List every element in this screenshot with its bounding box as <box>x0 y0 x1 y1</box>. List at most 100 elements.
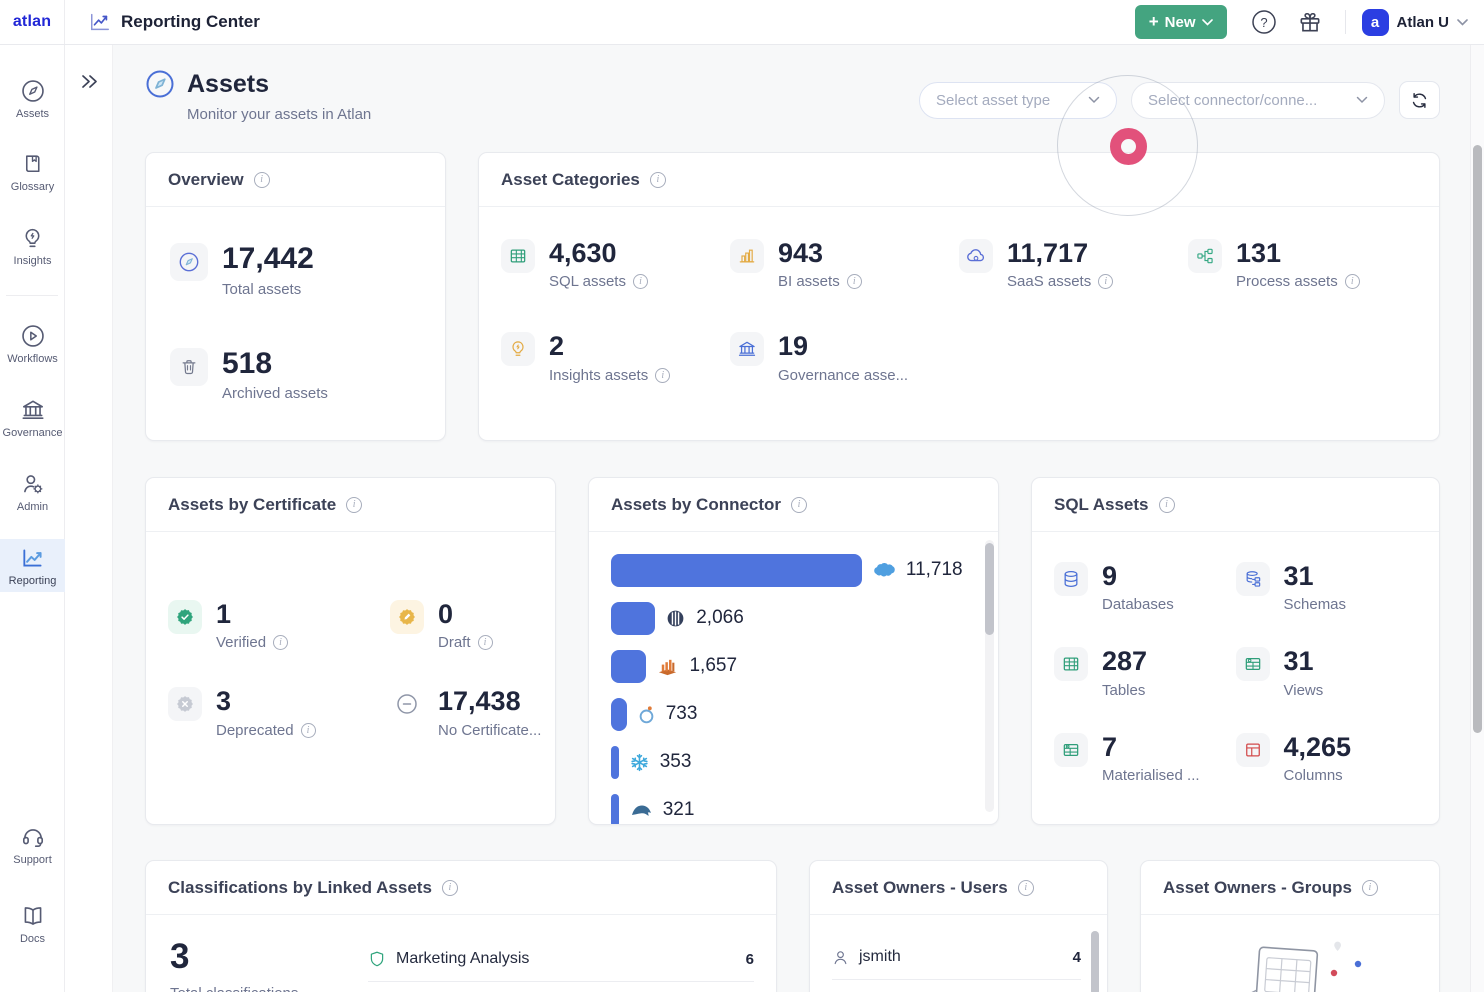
draft-badge-icon <box>390 600 424 634</box>
sidebar-item-docs[interactable]: Docs <box>0 897 65 950</box>
connector-scrollbar-thumb[interactable] <box>985 543 994 635</box>
classification-row[interactable]: Marketing Analysis 6 <box>368 937 754 982</box>
info-icon[interactable]: i <box>1362 880 1378 896</box>
connector-bar[interactable] <box>611 746 619 779</box>
sidebar-label: Governance <box>3 427 63 439</box>
stat-label: Schemas <box>1284 596 1347 613</box>
sidebar-label: Admin <box>17 501 48 513</box>
question-icon: ? <box>1251 9 1277 35</box>
stat-value: 287 <box>1102 647 1147 675</box>
sidebar-label: Support <box>13 854 52 866</box>
stat-label: SQL assets <box>549 273 626 290</box>
sidebar-item-reporting[interactable]: Reporting <box>0 539 65 592</box>
stat-value: 11,717 <box>1007 239 1113 267</box>
no-certificate-icon <box>390 687 424 721</box>
draft-stat: 0 Drafti <box>390 600 541 651</box>
connector-row-salesforce: 11,718 <box>611 546 980 594</box>
info-icon[interactable]: i <box>650 172 666 188</box>
connector-value: 353 <box>660 751 692 773</box>
connector-select[interactable]: Select connector/conne... <box>1131 82 1385 119</box>
sidebar-item-governance[interactable]: Governance <box>0 391 65 444</box>
card-title: Classifications by Linked Assets <box>168 878 432 898</box>
topbar-divider <box>1345 10 1346 34</box>
column-icon <box>1236 733 1270 767</box>
assets-title: Assets <box>187 70 269 99</box>
whats-new-button[interactable] <box>1295 7 1325 37</box>
stat-value: 17,438 <box>438 687 541 715</box>
info-icon[interactable]: i <box>442 880 458 896</box>
info-icon[interactable]: i <box>655 368 670 383</box>
refresh-icon <box>1410 91 1429 110</box>
connector-bar[interactable] <box>611 794 619 826</box>
connector-bar[interactable] <box>611 698 627 731</box>
play-circle-icon <box>20 323 46 349</box>
connector-bar[interactable] <box>611 650 646 683</box>
cards-row-3: Classifications by Linked Assets i 3 Tot… <box>145 860 1440 992</box>
info-icon[interactable]: i <box>1159 497 1175 513</box>
stat-label: BI assets <box>778 273 840 290</box>
refresh-button[interactable] <box>1399 81 1440 119</box>
cloud-gear-icon <box>959 239 993 273</box>
sidebar-item-insights[interactable]: Insights <box>0 220 65 273</box>
info-icon[interactable]: i <box>254 172 270 188</box>
expand-sidebar-button[interactable] <box>80 73 99 90</box>
deprecated-badge-icon <box>168 687 202 721</box>
insights-assets-stat: 2 Insights assetsi <box>501 332 730 383</box>
filters: Select asset type Select connector/conne… <box>919 81 1440 119</box>
page-scrollbar-thumb[interactable] <box>1473 145 1482 733</box>
card-title: Overview <box>168 170 244 190</box>
sidebar-divider <box>6 295 58 296</box>
bank-icon <box>20 397 46 423</box>
info-icon[interactable]: i <box>1018 880 1034 896</box>
sidebar-item-glossary[interactable]: Glossary <box>0 146 65 199</box>
card-title: Asset Owners - Users <box>832 878 1008 898</box>
card-title: Assets by Certificate <box>168 495 336 515</box>
sidebar-label: Assets <box>16 108 49 120</box>
info-icon[interactable]: i <box>633 274 648 289</box>
classifications-card: Classifications by Linked Assets i 3 Tot… <box>145 860 777 992</box>
sidebar-label: Glossary <box>11 181 54 193</box>
help-button[interactable]: ? <box>1249 7 1279 37</box>
sidebar-label: Docs <box>20 933 45 945</box>
sidebar-item-support[interactable]: Support <box>0 818 65 871</box>
stat-label: Total assets <box>222 281 301 298</box>
info-icon[interactable]: i <box>478 635 493 650</box>
asset-categories-card: Asset Categories i 4 <box>478 152 1440 441</box>
sidebar-item-assets[interactable]: Assets <box>0 72 65 125</box>
info-icon[interactable]: i <box>1098 274 1113 289</box>
stat-value: 19 <box>778 332 908 360</box>
app-title-wrap: Reporting Center <box>89 11 260 33</box>
asset-type-select[interactable]: Select asset type <box>919 82 1117 119</box>
stat-label: Archived assets <box>222 385 328 402</box>
sidebar-item-admin[interactable]: Admin <box>0 465 65 518</box>
bar-chart-icon <box>730 239 764 273</box>
stat-value: 31 <box>1284 647 1324 675</box>
content: Assets Monitor your assets in Atlan Sele… <box>113 45 1470 992</box>
atlan-logo[interactable]: atlan <box>0 0 65 44</box>
users-scrollbar-thumb[interactable] <box>1091 931 1099 992</box>
connector-bar[interactable] <box>611 554 862 587</box>
info-icon[interactable]: i <box>1345 274 1360 289</box>
asset-type-placeholder: Select asset type <box>936 92 1078 109</box>
info-icon[interactable]: i <box>301 723 316 738</box>
info-icon[interactable]: i <box>847 274 862 289</box>
sidebar-footer: Support Docs <box>0 818 64 976</box>
bi-assets-stat: 943 BI assetsi <box>730 239 959 290</box>
new-button[interactable]: + New <box>1135 5 1227 39</box>
info-icon[interactable]: i <box>346 497 362 513</box>
info-icon[interactable]: i <box>273 635 288 650</box>
card-title: Asset Owners - Groups <box>1163 878 1352 898</box>
connector-bar[interactable] <box>611 602 655 635</box>
user-menu[interactable]: a Atlan U <box>1362 9 1469 36</box>
owner-user-row[interactable]: jsmith 4 <box>832 935 1081 980</box>
classification-count: 6 <box>746 951 754 968</box>
stat-label: Insights assets <box>549 367 648 384</box>
tables-stat: 287 Tables <box>1054 647 1236 698</box>
sidebar-item-workflows[interactable]: Workflows <box>0 317 65 370</box>
governance-assets-stat: 19 Governance asse... <box>730 332 959 383</box>
sidebar: Assets Glossary Insights Workflow <box>0 45 65 992</box>
stat-label: Draft <box>438 634 471 651</box>
info-icon[interactable]: i <box>791 497 807 513</box>
stat-value: 4,265 <box>1284 733 1352 761</box>
assets-by-certificate-card: Assets by Certificate i <box>145 477 556 825</box>
